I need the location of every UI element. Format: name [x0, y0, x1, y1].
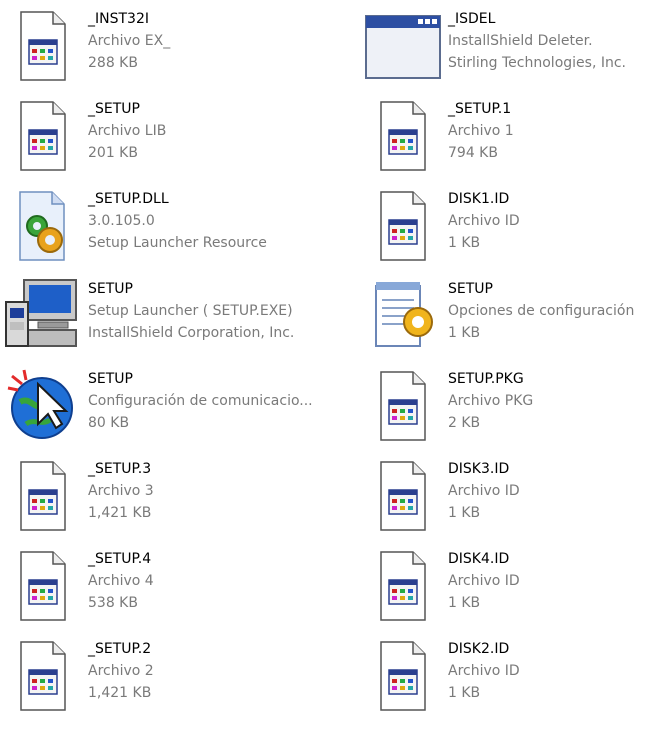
file-item[interactable]: SETUP Configuración de comunicacio... 80 K…: [0, 362, 360, 452]
file-description: Archivo ID: [448, 483, 520, 499]
generic-file-icon: [364, 456, 442, 534]
file-detail: 1 KB: [448, 685, 481, 701]
notepad-gear-icon: [364, 276, 442, 354]
file-description: InstallShield Deleter.: [448, 33, 593, 49]
file-name: _SETUP.DLL: [88, 191, 169, 207]
file-detail: 80 KB: [88, 415, 130, 431]
file-detail: 1,421 KB: [88, 505, 152, 521]
file-text-block: _SETUP.3 Archivo 3 1,421 KB: [88, 458, 154, 524]
file-description: Archivo ID: [448, 573, 520, 589]
generic-file-icon: [4, 96, 82, 174]
file-name: _SETUP.4: [88, 551, 152, 567]
file-name: _SETUP: [88, 101, 140, 117]
file-detail: Setup Launcher Resource: [88, 235, 267, 251]
file-item[interactable]: SETUP Opciones de configuración 1 KB: [360, 272, 660, 362]
file-detail: 1,421 KB: [88, 685, 152, 701]
file-name: SETUP.PKG: [448, 371, 524, 387]
file-detail: 1 KB: [448, 595, 481, 611]
globe-cursor-icon: [4, 366, 82, 444]
file-text-block: SETUP.PKG Archivo PKG 2 KB: [448, 368, 533, 434]
file-description: Archivo PKG: [448, 393, 534, 409]
file-text-block: DISK4.ID Archivo ID 1 KB: [448, 548, 520, 614]
file-name: DISK3.ID: [448, 461, 510, 477]
file-description: Archivo EX_: [88, 33, 171, 49]
file-name: DISK2.ID: [448, 641, 510, 657]
file-text-block: DISK2.ID Archivo ID 1 KB: [448, 638, 520, 704]
file-detail: 201 KB: [88, 145, 138, 161]
file-name: _SETUP.2: [88, 641, 152, 657]
file-text-block: _SETUP Archivo LIB 201 KB: [88, 98, 166, 164]
generic-file-icon: [364, 366, 442, 444]
file-name: _ISDEL: [448, 11, 496, 27]
file-detail: 1 KB: [448, 325, 481, 341]
file-detail: Stirling Technologies, Inc.: [448, 55, 626, 71]
file-text-block: DISK1.ID Archivo ID 1 KB: [448, 188, 520, 254]
file-text-block: SETUP Opciones de configuración 1 KB: [448, 278, 634, 344]
file-item[interactable]: _SETUP.3 Archivo 3 1,421 KB: [0, 452, 360, 542]
file-item[interactable]: SETUP Setup Launcher ( SETUP.EXE) InstallS…: [0, 272, 360, 362]
file-name: SETUP: [88, 371, 133, 387]
file-detail: 2 KB: [448, 415, 481, 431]
file-description: Configuración de comunicacio...: [88, 393, 313, 409]
file-name: _SETUP.3: [88, 461, 152, 477]
file-item[interactable]: DISK2.ID Archivo ID 1 KB: [360, 632, 660, 722]
file-list-tiles-view: _INST32I Archivo EX_ 288 KB _ISDEL InstallS…: [0, 0, 660, 735]
generic-file-icon: [4, 456, 82, 534]
file-item[interactable]: _SETUP Archivo LIB 201 KB: [0, 92, 360, 182]
generic-file-icon: [364, 546, 442, 624]
file-text-block: _ISDEL InstallShield Deleter. Stirling Tec…: [448, 8, 626, 74]
file-item[interactable]: _SETUP.2 Archivo 2 1,421 KB: [0, 632, 360, 722]
window-app-icon: [364, 6, 442, 84]
generic-file-icon: [364, 96, 442, 174]
generic-file-icon: [364, 186, 442, 264]
file-text-block: DISK3.ID Archivo ID 1 KB: [448, 458, 520, 524]
setup-computer-icon: [4, 276, 82, 354]
file-item[interactable]: DISK4.ID Archivo ID 1 KB: [360, 542, 660, 632]
file-text-block: _SETUP.4 Archivo 4 538 KB: [88, 548, 154, 614]
file-detail: 794 KB: [448, 145, 498, 161]
file-detail: InstallShield Corporation, Inc.: [88, 325, 295, 341]
file-detail: 1 KB: [448, 235, 481, 251]
file-text-block: _SETUP.1 Archivo 1 794 KB: [448, 98, 514, 164]
file-item[interactable]: _ISDEL InstallShield Deleter. Stirling Tec…: [360, 2, 660, 92]
file-text-block: SETUP Setup Launcher ( SETUP.EXE) InstallS…: [88, 278, 294, 344]
file-description: 3.0.105.0: [88, 213, 155, 229]
file-item[interactable]: _SETUP.1 Archivo 1 794 KB: [360, 92, 660, 182]
file-item[interactable]: SETUP.PKG Archivo PKG 2 KB: [360, 362, 660, 452]
file-description: Archivo 3: [88, 483, 154, 499]
file-item[interactable]: _INST32I Archivo EX_ 288 KB: [0, 2, 360, 92]
file-text-block: _INST32I Archivo EX_ 288 KB: [88, 8, 170, 74]
generic-file-icon: [4, 636, 82, 714]
dll-gear-icon: [4, 186, 82, 264]
file-description: Opciones de configuración: [448, 303, 635, 319]
file-name: _INST32I: [88, 11, 149, 27]
file-text-block: _SETUP.DLL 3.0.105.0 Setup Launcher Resour…: [88, 188, 267, 254]
file-name: DISK1.ID: [448, 191, 510, 207]
file-detail: 288 KB: [88, 55, 138, 71]
file-description: Archivo LIB: [88, 123, 167, 139]
file-name: _SETUP.1: [448, 101, 512, 117]
file-description: Archivo 4: [88, 573, 154, 589]
file-description: Archivo 2: [88, 663, 154, 679]
file-detail: 538 KB: [88, 595, 138, 611]
file-description: Archivo ID: [448, 213, 520, 229]
file-text-block: _SETUP.2 Archivo 2 1,421 KB: [88, 638, 154, 704]
file-item[interactable]: _SETUP.DLL 3.0.105.0 Setup Launcher Resour…: [0, 182, 360, 272]
file-detail: 1 KB: [448, 505, 481, 521]
file-description: Archivo ID: [448, 663, 520, 679]
generic-file-icon: [4, 546, 82, 624]
file-name: SETUP: [448, 281, 493, 297]
generic-file-icon: [4, 6, 82, 84]
generic-file-icon: [364, 636, 442, 714]
file-text-block: SETUP Configuración de comunicacio... 80 K…: [88, 368, 313, 434]
file-name: DISK4.ID: [448, 551, 510, 567]
file-item[interactable]: DISK1.ID Archivo ID 1 KB: [360, 182, 660, 272]
file-description: Setup Launcher ( SETUP.EXE): [88, 303, 293, 319]
file-name: SETUP: [88, 281, 133, 297]
file-item[interactable]: DISK3.ID Archivo ID 1 KB: [360, 452, 660, 542]
file-description: Archivo 1: [448, 123, 514, 139]
file-item[interactable]: _SETUP.4 Archivo 4 538 KB: [0, 542, 360, 632]
